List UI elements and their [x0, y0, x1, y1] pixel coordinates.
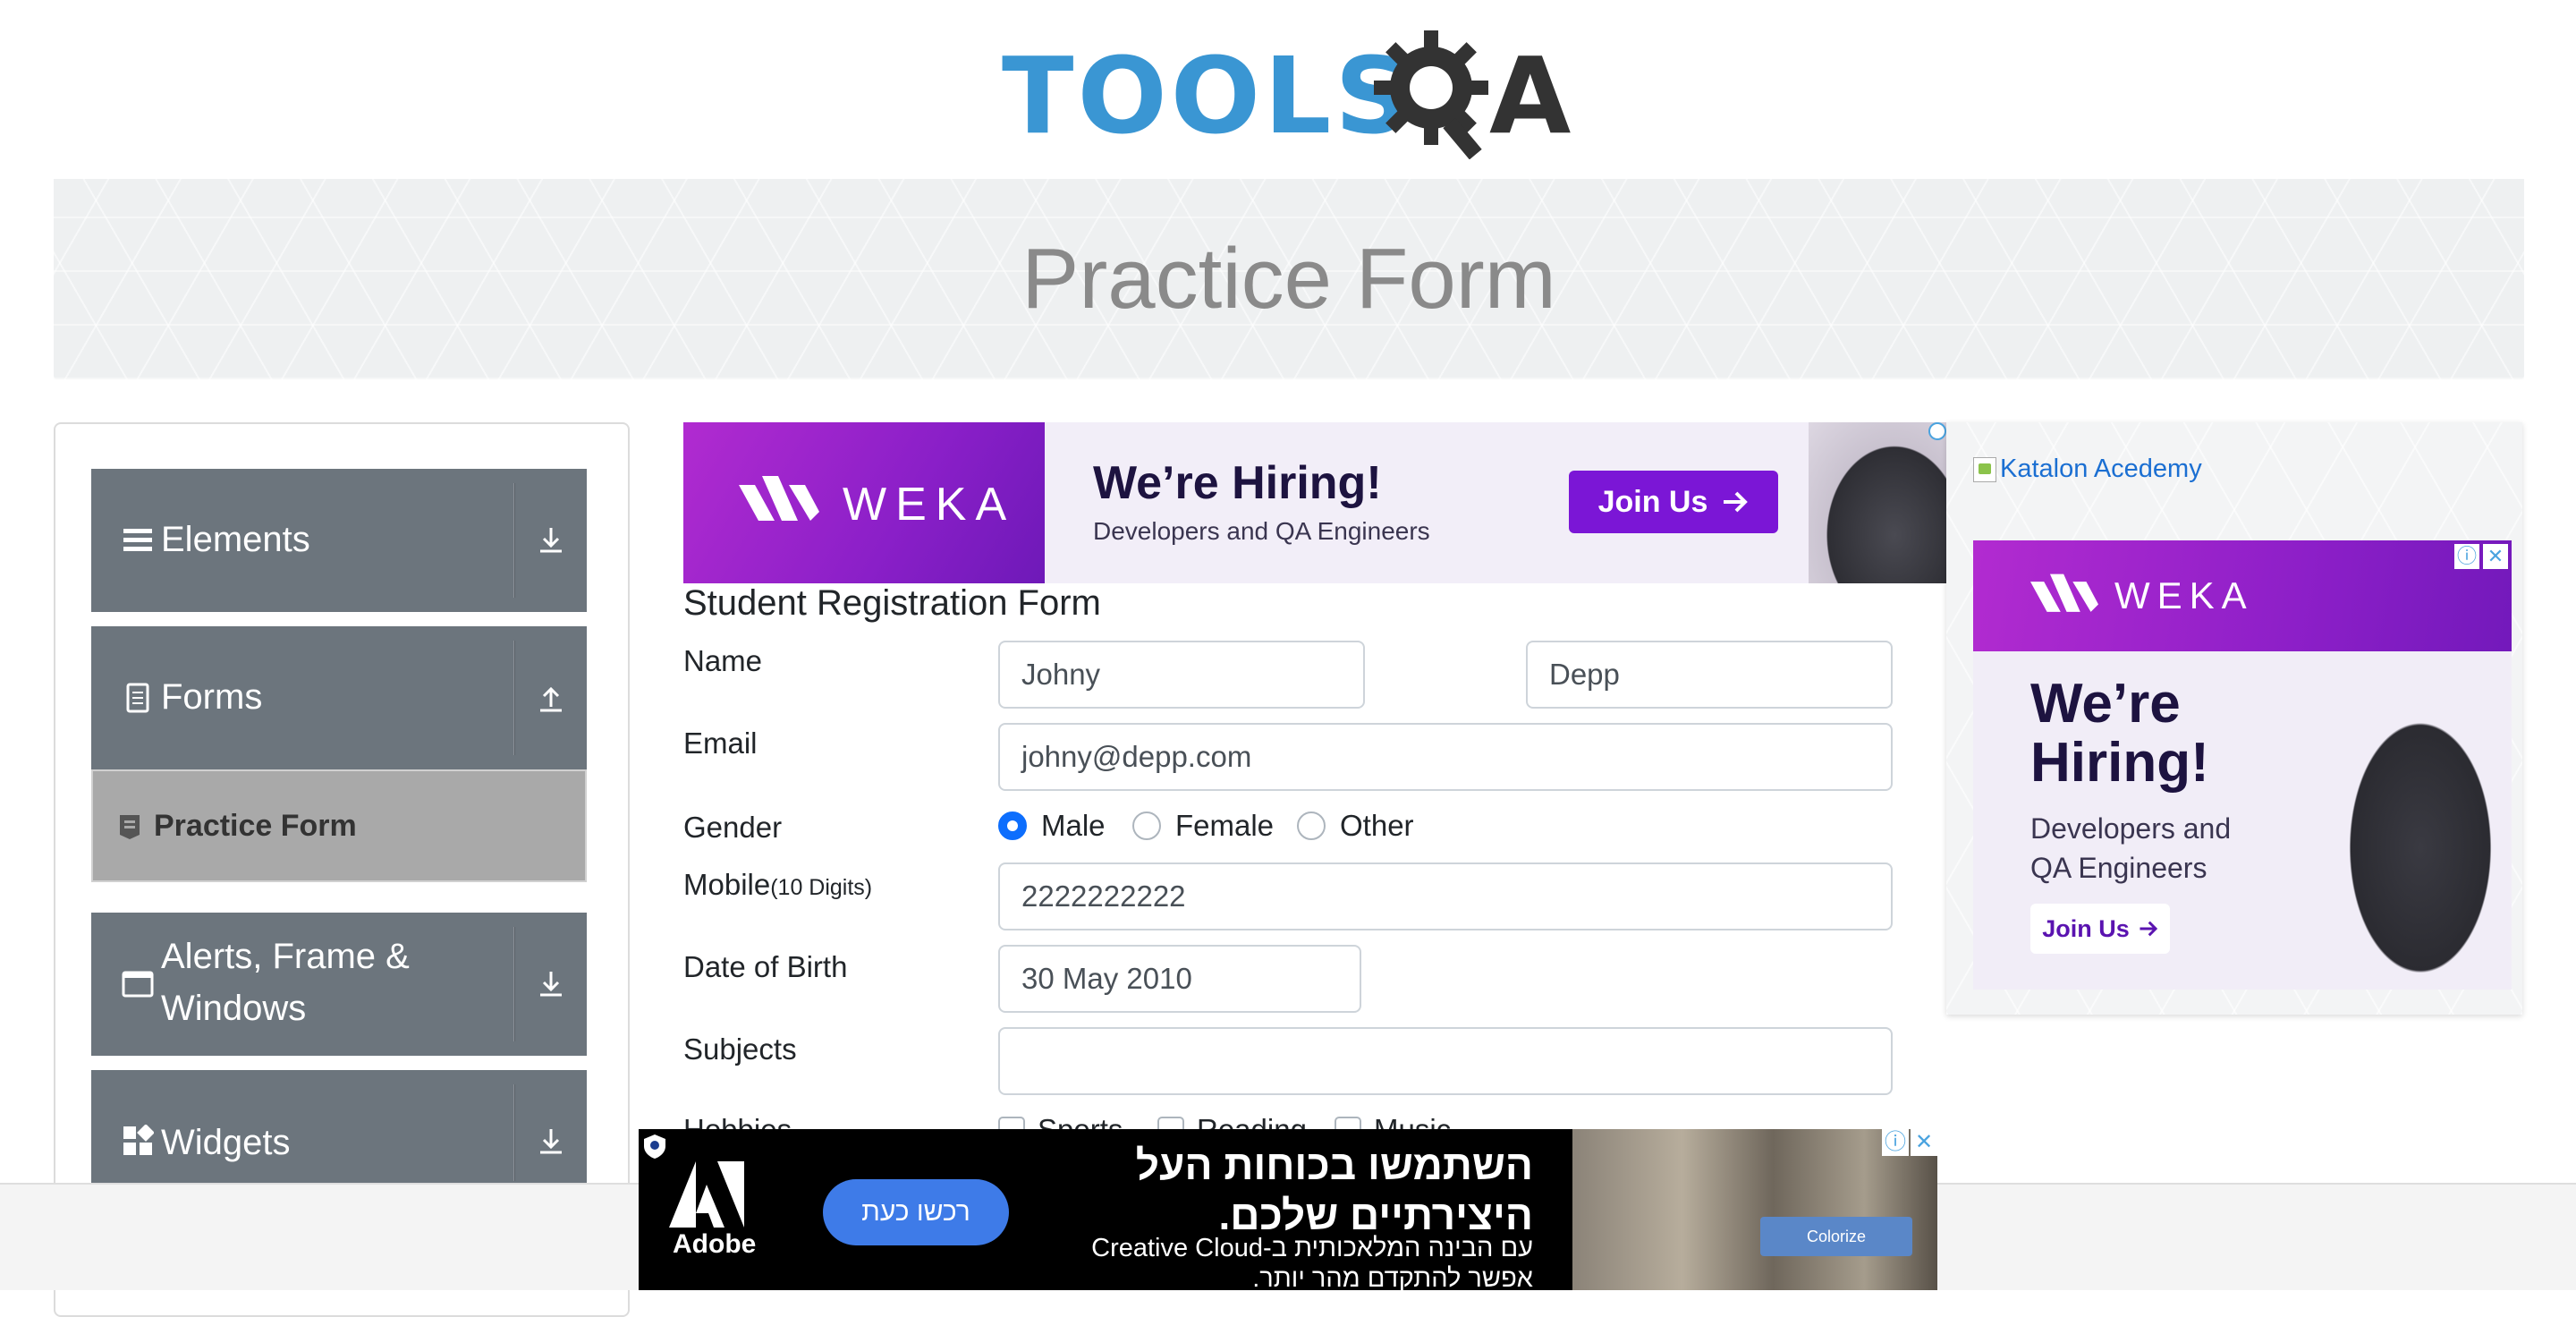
- join-us-label: Join Us: [1597, 484, 1708, 519]
- weka-mark-icon: [739, 476, 819, 521]
- weka-side-header: WEKA ⓘ ✕: [1973, 540, 2512, 651]
- email-label: Email: [683, 726, 758, 760]
- mobile-hint: (10 Digits): [770, 875, 873, 900]
- gear-magnifier-icon: [1374, 30, 1488, 159]
- divider: [513, 641, 515, 755]
- radio-label: Female: [1175, 809, 1275, 842]
- sidebar-group-label: Widgets: [161, 1123, 291, 1162]
- adobe-brand: Adobe: [673, 1229, 757, 1259]
- divider: [513, 1084, 515, 1181]
- radio-unchecked-icon[interactable]: [1297, 811, 1326, 840]
- ad-subline: Developers and QA Engineers: [1093, 517, 1430, 545]
- broken-image-icon: [1973, 456, 1996, 482]
- radio-label: Other: [1340, 809, 1414, 842]
- backpack-image: [1809, 422, 1946, 583]
- download-arrow-icon[interactable]: [533, 523, 569, 558]
- ad-controls: ⓘ ✕: [2454, 544, 2508, 569]
- privacy-shield-icon[interactable]: [642, 1133, 667, 1160]
- last-name-input[interactable]: Depp: [1526, 641, 1893, 709]
- adobe-ad-controls: ⓘ ✕: [1882, 1129, 1937, 1156]
- join-us-button[interactable]: Join Us: [1569, 471, 1778, 533]
- adobe-subtext-1: עם הבינה המלאכותית ב-Creative Cloud: [1091, 1234, 1533, 1262]
- weka-brand: WEKA: [2114, 574, 2254, 616]
- date-of-birth-label: Date of Birth: [683, 950, 848, 983]
- mobile-label: Mobile(10 Digits): [683, 868, 872, 902]
- gender-radio-other[interactable]: Other: [1297, 809, 1414, 843]
- ad-close-icon[interactable]: ✕: [1911, 1129, 1937, 1156]
- sidebar-group-label: Elements: [161, 520, 310, 559]
- katalon-alt-text: Katalon Acedemy: [2000, 455, 2202, 483]
- subjects-label: Subjects: [683, 1032, 797, 1066]
- buy-now-button[interactable]: רכשו כעת: [823, 1179, 1009, 1245]
- backpack-image: [2322, 675, 2512, 990]
- gender-label: Gender: [683, 811, 783, 844]
- weka-banner-ad[interactable]: WEKA We’re Hiring! Developers and QA Eng…: [683, 422, 1946, 583]
- ad-subline-1: Developers and: [2030, 812, 2232, 845]
- join-us-button[interactable]: Join Us: [2030, 904, 2170, 954]
- weka-brand: WEKA: [843, 479, 1016, 531]
- first-name-input[interactable]: Johny: [998, 641, 1365, 709]
- weka-side-ad[interactable]: WEKA ⓘ ✕ We’re Hiring! Developers and QA…: [1973, 540, 2512, 990]
- name-label: Name: [683, 644, 763, 677]
- page-banner: Practice Form: [54, 179, 2524, 379]
- sidebar-item-practice-form[interactable]: Practice Form: [91, 769, 587, 882]
- download-arrow-icon[interactable]: [533, 1124, 569, 1160]
- arrow-right-icon: [2140, 921, 2157, 937]
- sidebar-group-alerts-frame-windows[interactable]: Alerts, Frame & Windows: [91, 913, 587, 1056]
- widgets-icon: [123, 1125, 154, 1155]
- sidebar-group-label: Forms: [161, 677, 263, 717]
- ad-info-icon[interactable]: ⓘ: [2454, 544, 2479, 569]
- upload-arrow-icon[interactable]: [533, 680, 569, 716]
- ad-headline: We’re Hiring!: [1093, 457, 1382, 509]
- adobe-logo-icon: [669, 1161, 744, 1228]
- mobile-input[interactable]: 2222222222: [998, 862, 1893, 930]
- arrow-right-icon: [1724, 491, 1749, 513]
- adobe-subtext-2: אפשר להתקדם מהר יותר.: [1252, 1264, 1533, 1290]
- colorize-toggle[interactable]: Colorize: [1760, 1217, 1912, 1256]
- sidebar-group-elements[interactable]: Elements: [91, 469, 587, 612]
- logo-letter-a: A: [1489, 34, 1572, 157]
- adobe-bottom-ad[interactable]: Adobe רכשו כעת השתמשו בכוחות העל היצירתי…: [639, 1129, 1937, 1290]
- ad-subline: Developers and QA Engineers: [2030, 809, 2231, 888]
- download-arrow-icon[interactable]: [533, 966, 569, 1002]
- weka-logo-panel: WEKA: [683, 422, 1045, 583]
- list-icon: [123, 529, 152, 551]
- ad-subline-2: QA Engineers: [2030, 852, 2207, 884]
- divider: [513, 483, 515, 598]
- page-title: Practice Form: [1021, 231, 1556, 327]
- join-us-label: Join Us: [2042, 914, 2130, 942]
- radio-label: Male: [1041, 809, 1106, 842]
- form-title: Student Registration Form: [683, 583, 1101, 623]
- logo-text: TOOLS: [1002, 34, 1415, 157]
- mobile-label-text: Mobile: [683, 868, 771, 901]
- radio-unchecked-icon[interactable]: [1132, 811, 1161, 840]
- document-icon: [126, 683, 149, 713]
- radio-checked-icon[interactable]: [998, 811, 1027, 840]
- date-of-birth-input[interactable]: 30 May 2010: [998, 945, 1361, 1013]
- ad-info-icon[interactable]: [1928, 422, 1946, 440]
- gender-radio-male[interactable]: Male: [998, 809, 1106, 843]
- ad-info-icon[interactable]: ⓘ: [1882, 1129, 1909, 1156]
- email-input[interactable]: johny@depp.com: [998, 723, 1893, 791]
- adobe-headline: השתמשו בכוחות העל היצירתיים שלכם.: [1014, 1140, 1533, 1240]
- sidebar-group-forms[interactable]: Forms: [91, 626, 587, 769]
- divider: [513, 927, 515, 1041]
- sidebar-group-widgets[interactable]: Widgets: [91, 1070, 587, 1195]
- adobe-subtext: עם הבינה המלאכותית ב-Creative Cloud אפשר…: [1014, 1233, 1533, 1290]
- adobe-headline-1: השתמשו בכוחות העל: [1135, 1142, 1533, 1188]
- form-icon: [120, 815, 140, 839]
- sidebar-item-label: Practice Form: [154, 809, 357, 843]
- sidebar-ad-panel: Katalon Acedemy WEKA ⓘ ✕ We’re Hiring! D…: [1946, 422, 2522, 1015]
- ad-headline: We’re Hiring!: [2030, 673, 2209, 794]
- weka-mark-icon: [2030, 574, 2098, 612]
- sidebar-group-label: Alerts, Frame & Windows: [161, 937, 410, 1028]
- subjects-input[interactable]: [998, 1027, 1893, 1095]
- window-icon: [122, 971, 154, 998]
- ad-close-icon[interactable]: ✕: [2483, 544, 2508, 569]
- gender-radio-female[interactable]: Female: [1132, 809, 1274, 843]
- toolsqa-logo[interactable]: TOOLS A: [1002, 25, 1583, 168]
- katalon-ad-link[interactable]: Katalon Acedemy: [1973, 455, 2202, 484]
